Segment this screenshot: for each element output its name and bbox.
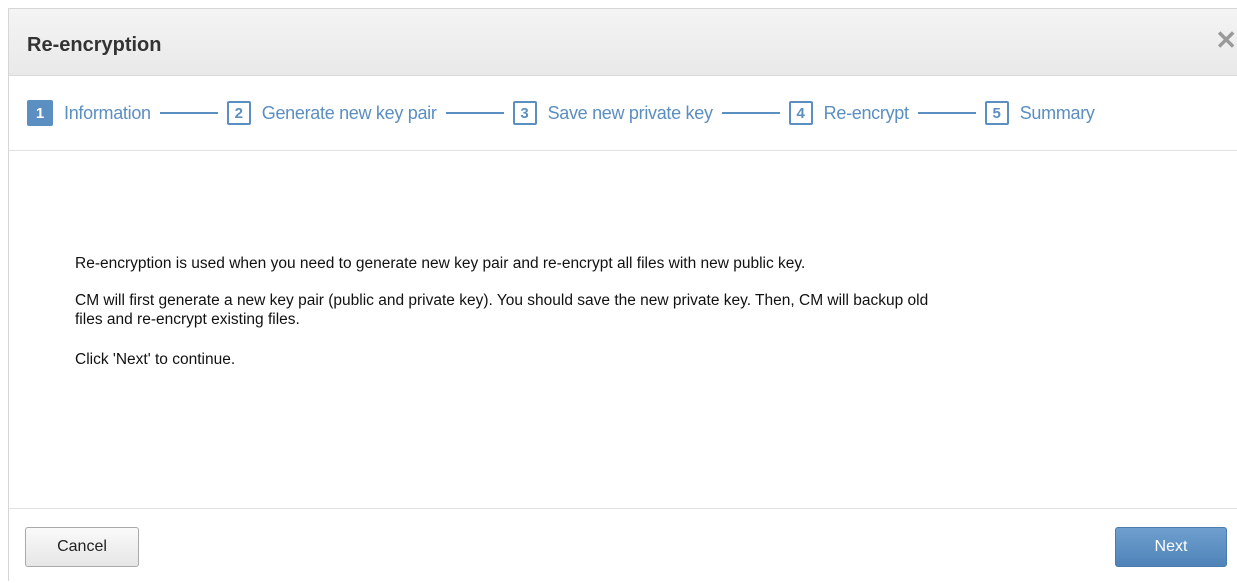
step-summary: 5 Summary (984, 101, 1095, 125)
process-paragraph: CM will first generate a new key pair (p… (75, 291, 1175, 329)
dialog-titlebar: Re-encryption ✕ (9, 9, 1237, 76)
step-number: 5 (984, 101, 1009, 125)
wizard-steps: 1 Information 2 Generate new key pair 3 … (9, 76, 1237, 151)
step-label: Summary (1019, 102, 1095, 123)
step-number: 4 (788, 101, 813, 125)
dialog-content: Re-encryption is used when you need to g… (9, 151, 1237, 509)
process-paragraph-line1: CM will first generate a new key pair (p… (75, 292, 929, 309)
dialog-title: Re-encryption (27, 34, 162, 56)
step-label: Save new private key (547, 102, 713, 123)
step-information: 1 Information (27, 100, 151, 126)
step-number: 2 (226, 101, 251, 125)
step-connector (721, 112, 780, 114)
step-re-encrypt: 4 Re-encrypt (788, 101, 909, 125)
dialog-footer: Cancel Next (9, 509, 1237, 583)
step-save-private-key: 3 Save new private key (512, 101, 713, 125)
step-label: Re-encrypt (823, 102, 909, 123)
step-connector (159, 112, 218, 114)
step-number: 3 (512, 101, 537, 125)
step-connector (917, 112, 976, 114)
intro-paragraph: Re-encryption is used when you need to g… (75, 255, 806, 272)
step-label: Generate new key pair (261, 102, 437, 123)
step-generate-key-pair: 2 Generate new key pair (226, 101, 437, 125)
next-button[interactable]: Next (1115, 527, 1227, 567)
process-paragraph-line2: files and re-encrypt existing files. (75, 311, 300, 328)
step-connector (445, 112, 504, 114)
step-number: 1 (27, 100, 53, 126)
close-icon[interactable]: ✕ (1215, 27, 1237, 53)
step-label: Information (64, 102, 151, 123)
cancel-button[interactable]: Cancel (25, 527, 139, 567)
continue-instruction: Click 'Next' to continue. (75, 351, 236, 368)
re-encryption-dialog: Re-encryption ✕ 1 Information 2 Generate… (8, 8, 1237, 581)
